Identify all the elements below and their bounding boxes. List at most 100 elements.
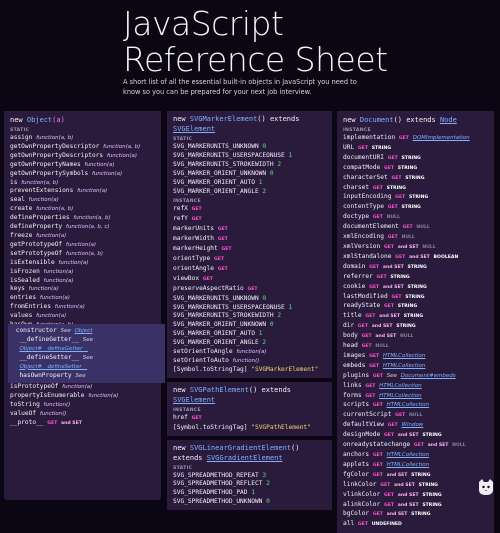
set-badge: and SET: [382, 264, 404, 270]
svg-marker-instance-label: INSTANCE: [173, 199, 201, 205]
type-link[interactable]: HTMLCollection: [383, 353, 426, 359]
item-name: onreadystatechange: [343, 441, 411, 449]
svg-path-class-name[interactable]: SVGPathElement: [190, 386, 249, 394]
list-item: readyState GET STRING: [343, 302, 490, 312]
svg-gradient-class-name[interactable]: SVGLinearGradientElement: [190, 444, 291, 452]
svg-gradient-element-link[interactable]: SVGGradientElement: [207, 454, 283, 462]
item-name: defineProperty: [10, 223, 63, 231]
set-badge: and SET: [397, 433, 419, 439]
item-name: getPrototypeOf: [10, 240, 63, 248]
item-value: 2: [262, 339, 267, 347]
get-badge: GET: [372, 512, 383, 518]
list-item: forms GET HTMLCollection: [343, 392, 490, 402]
type-link[interactable]: DOMImplementation: [413, 135, 470, 141]
item-name: referrer: [343, 272, 373, 280]
list-item: linkColor GET and SET STRING: [343, 481, 490, 491]
list-item: SVG_MARKERUNITS_STROKEWIDTH 2: [173, 312, 328, 321]
item-name: SVG_SPREADMETHOD_REPEAT: [173, 471, 259, 479]
set-badge: and SET: [386, 512, 408, 518]
item-return: function(): [232, 357, 260, 364]
get-badge: GET: [365, 393, 376, 399]
type-link[interactable]: Window: [402, 422, 424, 428]
list-item: orientAngle GET: [173, 265, 328, 275]
list-item: defaultView GET Window: [343, 421, 490, 431]
list-item: create function(a, b): [10, 205, 157, 214]
list-item: SVG_MARKERUNITS_USERSPACEONUSE 1: [173, 304, 328, 313]
list-item: SVG_MARKER_ORIENT_UNKNOWN 0: [173, 170, 328, 179]
item-name: orientType: [173, 254, 211, 262]
list-item: defineProperties function(a, b): [10, 214, 157, 223]
item-name: doctype: [343, 213, 370, 221]
list-item: cookie GET and SET STRING: [343, 283, 490, 293]
svg-marker-static-label: STATIC: [173, 137, 193, 142]
item-name: vlinkColor: [343, 490, 381, 498]
list-item: entries function(a): [10, 294, 157, 303]
list-item: keys function(a): [10, 285, 157, 294]
item-return: function(a): [39, 295, 70, 302]
document-class-name[interactable]: Document: [360, 116, 394, 124]
item-name: fgColor: [343, 470, 370, 478]
get-badge: GET: [413, 443, 424, 449]
svg-element-link[interactable]: SVGElement: [173, 396, 215, 404]
svg-element-link[interactable]: SVGElement: [173, 125, 215, 133]
list-item: propertyIsEnumerable function(a): [10, 392, 157, 401]
list-item: charset GET STRING: [343, 184, 490, 194]
define-setter-link[interactable]: Object#__defineSetter__: [19, 364, 87, 370]
item-name: seal: [10, 196, 25, 204]
object-class-name[interactable]: Object: [27, 116, 52, 124]
get-badge: GET: [191, 217, 202, 223]
type-link[interactable]: HTMLCollection: [383, 363, 426, 369]
type-badge: STRING: [422, 492, 442, 498]
item-return: function(a): [77, 188, 108, 195]
item-return: function(a): [54, 304, 85, 311]
list-item: hasOwnProperty See: [19, 371, 86, 379]
type-link[interactable]: HTMLCollection: [387, 452, 430, 458]
object-link[interactable]: Object: [74, 328, 92, 334]
type-badge: STRING: [405, 175, 425, 181]
item-name: values: [10, 312, 33, 320]
list-item: links GET HTMLCollection: [343, 382, 490, 392]
type-badge: STRING: [422, 433, 442, 439]
get-badge: GET: [369, 264, 380, 270]
svg-marker-class-name[interactable]: SVGMarkerElement: [190, 115, 257, 123]
list-item: lastModified GET STRING: [343, 293, 490, 303]
type-link[interactable]: Document#embeds: [401, 373, 456, 379]
set-badge: and SET: [382, 284, 404, 290]
type-badge: UNDEFINED: [371, 522, 402, 528]
list-item: xmlVersion GET and SET NULL: [343, 243, 490, 253]
item-name: embeds: [343, 361, 366, 369]
get-badge: GET: [221, 247, 232, 253]
get-badge: GET: [357, 145, 368, 151]
list-item: markerUnits GET: [173, 225, 328, 235]
get-badge: GET: [357, 324, 368, 330]
get-badge: GET: [387, 205, 398, 211]
list-item: isSealed function(a): [10, 277, 157, 286]
item-name: scripts: [343, 401, 370, 409]
item-name: SVG_MARKER_ORIENT_AUTO: [173, 178, 255, 186]
node-link[interactable]: Node: [440, 116, 457, 124]
item-value: 3: [262, 471, 267, 479]
type-badge: STRING: [386, 185, 406, 191]
list-item: assign function(a, b): [10, 134, 157, 143]
item-name: designMode: [343, 431, 381, 439]
define-getter-link[interactable]: Object#__defineGetter__: [19, 346, 87, 352]
set-badge: and SET: [394, 482, 415, 488]
see-text: See: [386, 372, 397, 379]
type-link[interactable]: HTMLCollection: [379, 393, 422, 399]
item-name: readyState: [343, 302, 381, 310]
type-link[interactable]: HTMLCollection: [379, 383, 422, 389]
list-item: setOrientToAuto function(): [173, 357, 328, 366]
svg-gradient-static-list: SVG_SPREADMETHOD_REPEAT 3 SVG_SPREADMETHO…: [173, 472, 328, 508]
list-item: isPrototypeOf function(a): [10, 383, 157, 392]
item-name: orientAngle: [173, 264, 214, 272]
get-badge: GET: [384, 433, 395, 439]
type-badge: BOOLEAN: [433, 254, 459, 260]
item-value: 1: [258, 330, 263, 338]
type-link[interactable]: HTMLCollection: [387, 402, 430, 408]
type-badge: STRING: [401, 155, 421, 161]
type-link[interactable]: HTMLCollection: [387, 462, 430, 468]
item-name: URL: [343, 143, 355, 151]
title-line-2: Reference Sheet: [123, 40, 388, 79]
list-item: anchors GET HTMLCollection: [343, 451, 490, 461]
object-prototype-box: constructor See Object __defineGetter__ …: [8, 324, 165, 384]
